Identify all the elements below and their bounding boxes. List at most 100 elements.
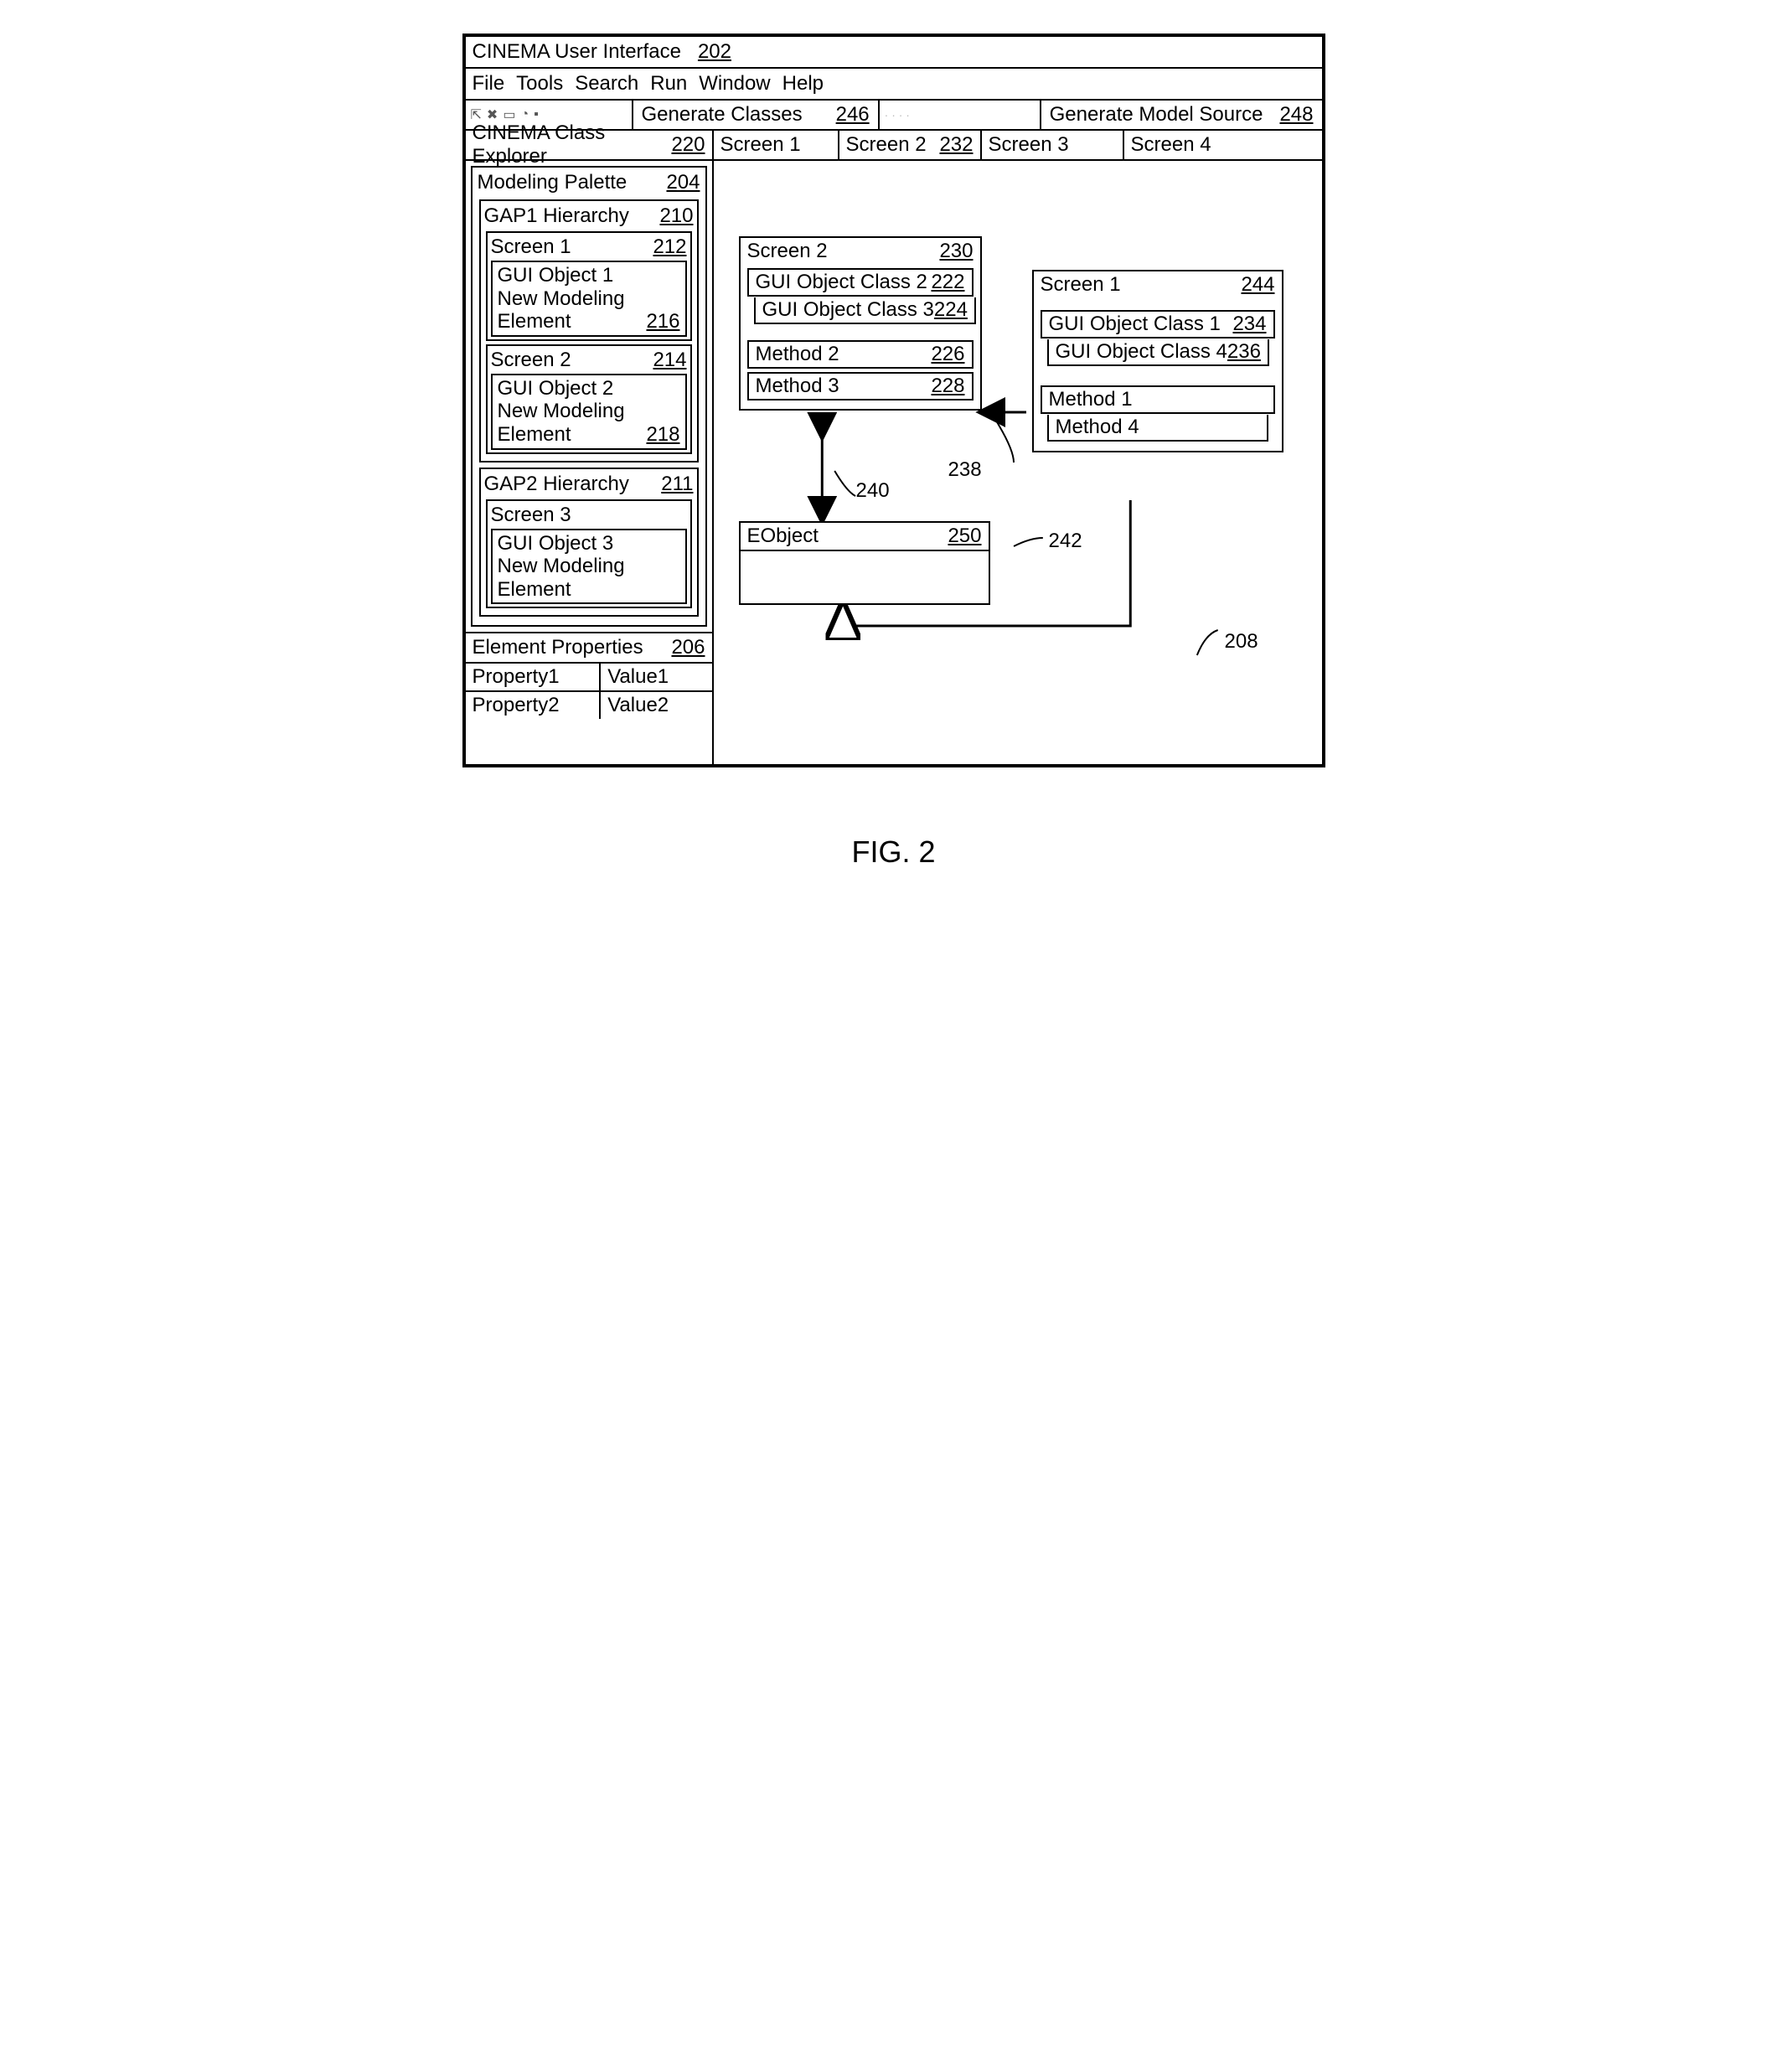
uml-slot[interactable]: GUI Object Class 1 234: [1041, 310, 1275, 338]
property-key: Property2: [466, 692, 602, 719]
uml-screen2[interactable]: Screen 2 230 GUI Object Class 2 222 GUI …: [739, 236, 982, 411]
ref-236: 236: [1227, 340, 1261, 364]
slot-label: GUI Object Class 3: [762, 298, 934, 322]
menu-tools[interactable]: Tools: [516, 72, 563, 96]
tab-screen4[interactable]: Screen 4: [1124, 131, 1322, 159]
ref-250: 250: [948, 524, 981, 548]
uml-slot[interactable]: Method 4: [1041, 414, 1275, 442]
uml-eobject-title: EObject: [747, 524, 819, 548]
tab-screen1[interactable]: Screen 1: [714, 131, 839, 159]
gap2-hierarchy: GAP2 Hierarchy 211 Screen 3 GUI Object 3…: [479, 468, 699, 617]
uml-screen1-title: Screen 1: [1041, 273, 1121, 297]
gap1-s1-line2: New Modeling: [498, 287, 625, 311]
modeling-palette: Modeling Palette 204 GAP1 Hierarchy 210 …: [471, 166, 707, 627]
ref-242: 242: [1049, 530, 1082, 553]
app-window: CINEMA User Interface 202 File Tools Sea…: [462, 34, 1325, 767]
body: Modeling Palette 204 GAP1 Hierarchy 210 …: [466, 161, 1322, 764]
gap1-hierarchy: GAP1 Hierarchy 210 Screen 1 212 GUI Obje…: [479, 199, 699, 462]
gap2-screen3[interactable]: Screen 3 GUI Object 3 New Modeling Eleme…: [486, 499, 692, 609]
slot-label: GUI Object Class 2: [756, 271, 927, 294]
canvas[interactable]: Screen 2 230 GUI Object Class 2 222 GUI …: [714, 161, 1322, 764]
element-properties-title: Element Properties: [473, 636, 643, 659]
gap1-s2-line3: Element: [498, 423, 625, 447]
gap2-screen3-inner[interactable]: GUI Object 3 New Modeling Element: [491, 529, 687, 605]
sidebar: Modeling Palette 204 GAP1 Hierarchy 210 …: [466, 161, 714, 764]
gap2-s3-line1: GUI Object 3: [498, 532, 625, 555]
app-title: CINEMA User Interface: [473, 40, 681, 63]
generate-model-source-label: Generate Model Source: [1050, 103, 1263, 127]
element-properties-header: Element Properties 206: [466, 632, 712, 664]
gap1-screen2-name: Screen 2: [491, 349, 571, 372]
ref-216: 216: [646, 310, 679, 333]
ref-234: 234: [1232, 313, 1266, 336]
tab-screen2[interactable]: Screen 2 232: [839, 131, 982, 159]
menu-window[interactable]: Window: [699, 72, 770, 96]
property-key: Property1: [466, 664, 602, 690]
gap1-title: GAP1 Hierarchy: [484, 204, 629, 228]
uml-eobject[interactable]: EObject 250: [739, 521, 990, 605]
property-value[interactable]: Value1: [601, 664, 711, 690]
slot-label: Method 2: [756, 343, 839, 366]
ref-248: 248: [1279, 103, 1313, 127]
property-row: Property1 Value1: [466, 664, 712, 692]
uml-slot[interactable]: Method 1: [1041, 385, 1275, 414]
gap1-screen1[interactable]: Screen 1 212 GUI Object 1 New Modeling E…: [486, 231, 692, 341]
ref-226: 226: [931, 343, 964, 366]
tab-screen4-label: Screen 4: [1131, 133, 1211, 157]
gap1-screen1-inner[interactable]: GUI Object 1 New Modeling Element 216: [491, 261, 687, 337]
ref-212: 212: [653, 235, 686, 259]
gap1-screen2[interactable]: Screen 2 214 GUI Object 2 New Modeling E…: [486, 344, 692, 454]
uml-slot[interactable]: Method 2 226: [747, 340, 974, 369]
ref-208: 208: [1225, 630, 1258, 654]
ref-210: 210: [659, 204, 693, 228]
menu-run[interactable]: Run: [650, 72, 687, 96]
tool-icon[interactable]: ▭: [503, 106, 515, 123]
tool-icon[interactable]: ▪: [534, 107, 539, 122]
property-row: Property2 Value2: [466, 692, 712, 719]
ref-246: 246: [836, 103, 870, 127]
menu-file[interactable]: File: [473, 72, 505, 96]
slot-label: GUI Object Class 1: [1049, 313, 1221, 336]
uml-slot[interactable]: GUI Object Class 4 236: [1041, 338, 1275, 367]
ref-240: 240: [856, 479, 890, 503]
title-bar: CINEMA User Interface 202: [466, 37, 1322, 69]
generate-model-source-button[interactable]: Generate Model Source 248: [1041, 101, 1322, 129]
uml-slot[interactable]: GUI Object Class 2 222: [747, 268, 974, 297]
gap2-title: GAP2 Hierarchy: [484, 473, 629, 496]
uml-slot[interactable]: Method 3 228: [747, 372, 974, 400]
ref-238: 238: [948, 458, 982, 482]
gap1-s1-line1: GUI Object 1: [498, 264, 625, 287]
ref-230: 230: [939, 240, 973, 263]
gap1-screen2-inner[interactable]: GUI Object 2 New Modeling Element 218: [491, 374, 687, 450]
ref-211: 211: [661, 473, 693, 496]
ref-220: 220: [671, 133, 705, 157]
tab-screen3-label: Screen 3: [989, 133, 1069, 157]
generate-classes-button[interactable]: Generate Classes 246: [633, 101, 880, 129]
tab-row: CINEMA Class Explorer 220 Screen 1 Scree…: [466, 131, 1322, 161]
menu-help[interactable]: Help: [782, 72, 824, 96]
gap1-screen1-name: Screen 1: [491, 235, 571, 259]
slot-label: GUI Object Class 4: [1056, 340, 1227, 364]
menu-search[interactable]: Search: [575, 72, 638, 96]
ref-224: 224: [934, 298, 968, 322]
slot-label: Method 3: [756, 375, 839, 398]
tab-explorer[interactable]: CINEMA Class Explorer 220: [466, 131, 714, 159]
gap2-screen3-name: Screen 3: [491, 504, 571, 527]
modeling-palette-title: Modeling Palette: [478, 171, 628, 194]
gap1-s1-line3: Element: [498, 310, 625, 333]
uml-slot[interactable]: GUI Object Class 3 224: [747, 297, 974, 325]
slot-label: Method 1: [1049, 388, 1133, 411]
tool-icon[interactable]: ✖: [487, 106, 498, 123]
tool-icon[interactable]: ⇱: [471, 106, 482, 123]
ref-218: 218: [646, 423, 679, 447]
tool-icon[interactable]: ◔: [520, 107, 529, 122]
ref-206: 206: [671, 636, 705, 659]
uml-screen1[interactable]: Screen 1 244 GUI Object Class 1 234 GUI …: [1032, 270, 1283, 452]
gap1-s2-line2: New Modeling: [498, 400, 625, 423]
property-value[interactable]: Value2: [601, 692, 711, 719]
menu-bar: File Tools Search Run Window Help: [466, 69, 1322, 101]
gap1-s2-line1: GUI Object 2: [498, 377, 625, 400]
tab-screen3[interactable]: Screen 3: [982, 131, 1124, 159]
gap2-s3-line2: New Modeling: [498, 555, 625, 578]
ref-202: 202: [698, 40, 731, 63]
